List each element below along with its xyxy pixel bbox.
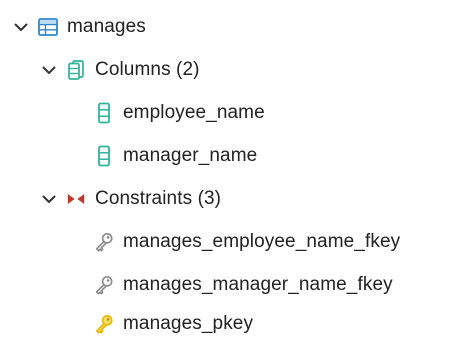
object-browser-tree: manages Columns (2) employee_name manage… xyxy=(0,0,465,336)
tree-node-columns[interactable]: Columns (2) xyxy=(40,53,200,87)
tree-node-column-manager-name[interactable]: manager_name xyxy=(94,139,257,173)
foreign-key-icon xyxy=(94,274,114,296)
tree-node-table-manages[interactable]: manages xyxy=(12,10,146,44)
chevron-down-icon[interactable] xyxy=(40,61,58,79)
columns-icon xyxy=(66,59,86,81)
tree-node-label: manager_name xyxy=(123,145,258,166)
table-icon xyxy=(38,16,58,38)
tree-node-constraint-manager-fkey[interactable]: manages_manager_name_fkey xyxy=(94,268,393,302)
chevron-down-icon[interactable] xyxy=(40,190,58,208)
tree-node-label: Constraints (3) xyxy=(95,188,222,209)
constraints-icon xyxy=(66,188,86,210)
foreign-key-icon xyxy=(94,231,114,253)
tree-node-label: Columns (2) xyxy=(95,59,200,80)
chevron-down-icon[interactable] xyxy=(12,18,30,36)
primary-key-icon xyxy=(94,313,114,335)
tree-node-constraints[interactable]: Constraints (3) xyxy=(40,182,221,216)
tree-node-label: manages_employee_name_fkey xyxy=(123,231,401,252)
tree-node-label: manages_manager_name_fkey xyxy=(123,274,393,295)
column-icon xyxy=(94,145,114,167)
tree-node-column-employee-name[interactable]: employee_name xyxy=(94,96,265,130)
tree-node-label: manages xyxy=(67,16,146,37)
tree-node-label: employee_name xyxy=(123,102,265,123)
column-icon xyxy=(94,102,114,124)
tree-node-constraint-employee-fkey[interactable]: manages_employee_name_fkey xyxy=(94,225,400,259)
